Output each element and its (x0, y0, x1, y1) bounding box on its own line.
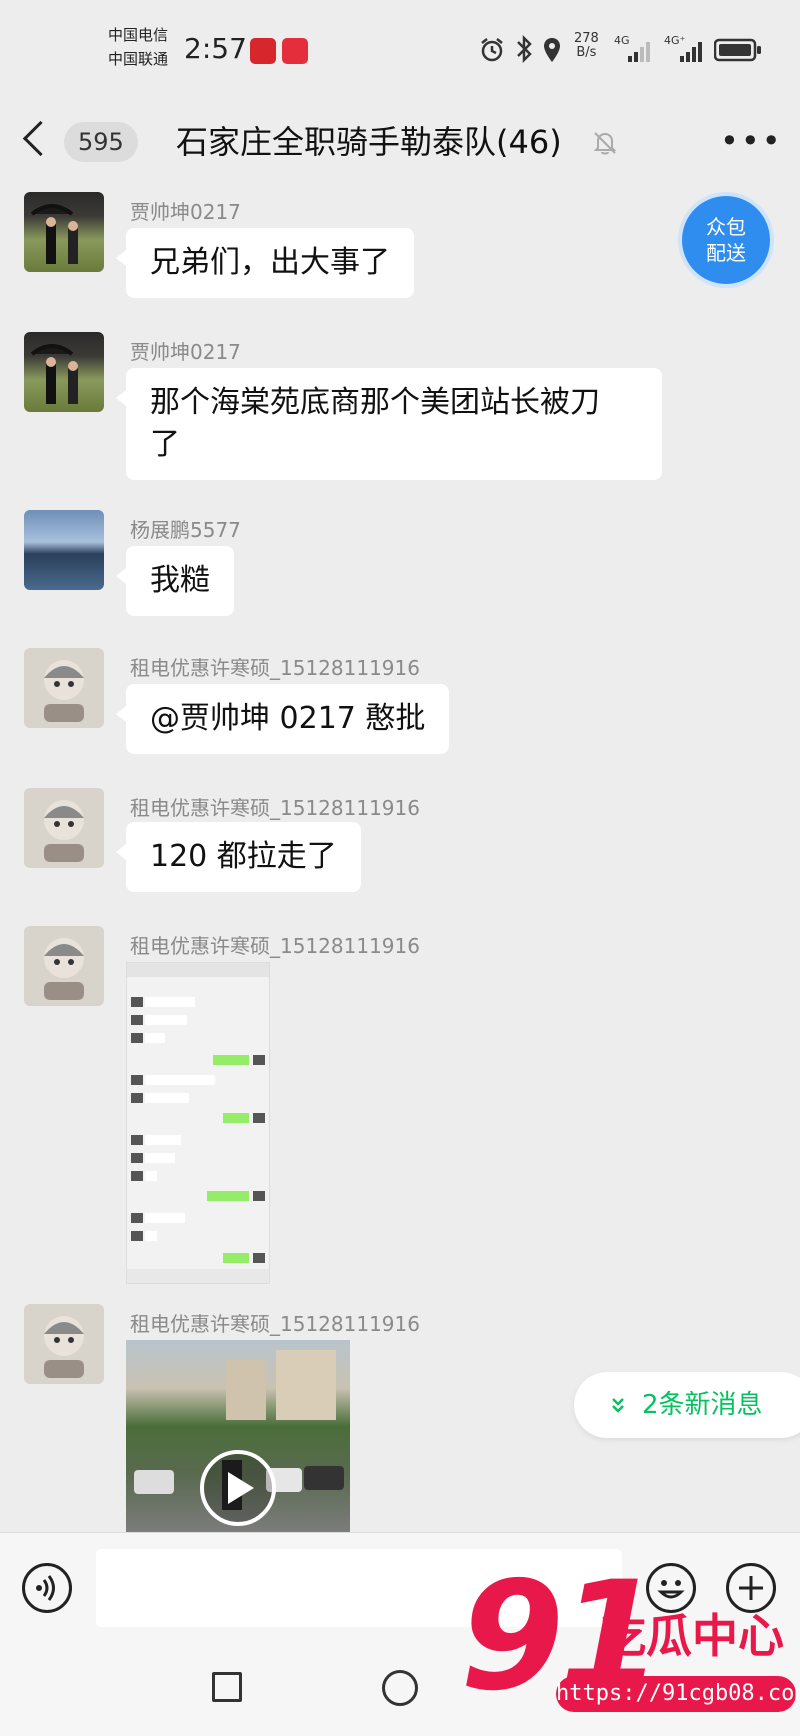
chat-screenshot-image[interactable] (126, 962, 270, 1284)
voice-icon (36, 1575, 55, 1601)
carrier-1: 中国电信 (108, 26, 169, 44)
message-bubble[interactable]: 那个海棠苑底商那个美团站长被刀 了 (116, 368, 662, 480)
avatar[interactable] (24, 1304, 104, 1384)
new-messages-label: 2条新消息 (642, 1390, 763, 1420)
double-chevron-down-icon (612, 1398, 624, 1413)
carrier-2: 中国联通 (108, 50, 169, 68)
sender-name: 租电优惠许寒硕_15128111916 (130, 934, 420, 958)
avatar[interactable] (24, 192, 104, 272)
message-text-line: 了 (150, 427, 180, 462)
clock: 2:57 (184, 32, 247, 65)
avatar[interactable] (24, 648, 104, 728)
bluetooth-icon (517, 34, 532, 64)
net-speed: 278 B/s (574, 31, 599, 60)
sender-name: 杨展鹏5577 (130, 518, 241, 542)
message-bubble[interactable]: 兄弟们，出大事了 (116, 228, 414, 298)
signal-icon-1 (628, 42, 650, 62)
crowd-line2: 配送 (706, 241, 746, 265)
home-circle-icon[interactable] (382, 1670, 418, 1706)
crowdsource-delivery-button[interactable]: 众包 配送 (682, 196, 770, 284)
sender-name: 贾帅坤0217 (130, 340, 241, 364)
recents-square-icon[interactable] (212, 1672, 242, 1702)
status-bar: 中国电信 中国联通 2:57 278 B/s 4G 4G⁺ (0, 0, 800, 100)
sender-name: 租电优惠许寒硕_15128111916 (130, 656, 420, 680)
signal-icon-2 (680, 42, 702, 62)
sender-name: 租电优惠许寒硕_15128111916 (130, 796, 420, 820)
voice-button[interactable] (22, 1563, 72, 1613)
message-text-line: 那个海棠苑底商那个美团站长被刀 (150, 385, 600, 420)
message-bubble[interactable]: 我糙 (116, 546, 234, 616)
chat-title: 石家庄全职骑手勒泰队(46) (176, 123, 562, 161)
alarm-icon (481, 38, 503, 62)
avatar[interactable] (24, 510, 104, 590)
location-icon (544, 38, 560, 62)
new-messages-pill[interactable]: 2条新消息 (574, 1372, 800, 1438)
crowd-line1: 众包 (706, 215, 746, 239)
avatar[interactable] (24, 926, 104, 1006)
muted-bell-icon (593, 132, 617, 155)
avatar[interactable] (24, 788, 104, 868)
jd-app-icon (250, 38, 276, 64)
sender-name: 租电优惠许寒硕_15128111916 (130, 1312, 420, 1336)
more-options-icon[interactable]: ••• (720, 122, 783, 160)
pinduoduo-app-icon (282, 38, 308, 64)
video-thumbnail[interactable] (126, 1340, 350, 1532)
back-chevron-icon[interactable] (22, 120, 59, 157)
sender-name: 贾帅坤0217 (130, 200, 241, 224)
watermark-text: 吃瓜中心 (600, 1609, 784, 1663)
chat-header: 595 石家庄全职骑手勒泰队(46) ••• (0, 100, 800, 196)
unread-count-badge[interactable]: 595 (64, 122, 138, 162)
message-bubble[interactable]: 120 都拉走了 (116, 822, 361, 892)
message-bubble[interactable]: @贾帅坤 0217 憨批 (115, 684, 450, 754)
watermark-url: https://91cgb08.com (556, 1676, 800, 1712)
battery-icon (714, 38, 761, 62)
avatar[interactable] (24, 332, 104, 412)
